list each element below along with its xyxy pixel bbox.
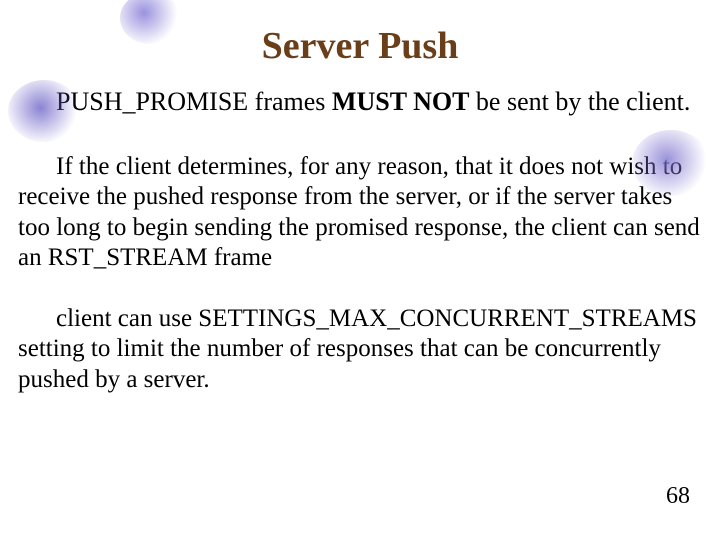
p1-tail: be sent by the client.: [469, 87, 690, 116]
slide: Server Push PUSH_PROMISE frames MUST NOT…: [0, 0, 720, 540]
p1-lead: PUSH_PROMISE frames: [56, 87, 332, 116]
page-title: Server Push: [18, 24, 702, 68]
p2-text: If the client determines, for any reason…: [18, 153, 700, 272]
paragraph-1: PUSH_PROMISE frames MUST NOT be sent by …: [18, 86, 702, 118]
p1-emph: MUST NOT: [332, 87, 470, 116]
p3-text: client can use SETTINGS_MAX_CONCURRENT_S…: [18, 305, 697, 393]
page-number: 68: [666, 483, 690, 510]
paragraph-2: If the client determines, for any reason…: [18, 152, 702, 274]
paragraph-3: client can use SETTINGS_MAX_CONCURRENT_S…: [18, 304, 702, 396]
